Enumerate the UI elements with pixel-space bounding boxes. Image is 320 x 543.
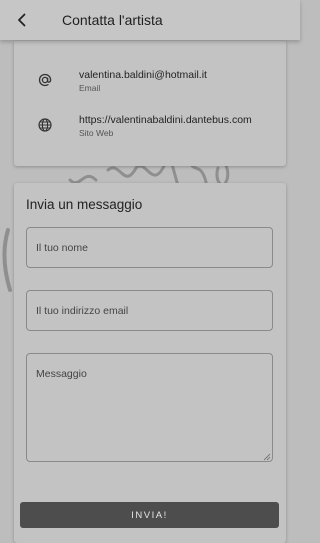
message-form-title: Invia un messaggio xyxy=(26,197,143,212)
back-button[interactable] xyxy=(8,6,36,34)
contact-website-row[interactable]: https://valentinabaldini.dantebus.com Si… xyxy=(14,110,286,150)
contact-email-value: valentina.baldini@hotmail.it xyxy=(79,69,207,81)
name-input[interactable] xyxy=(26,227,273,268)
contact-email-label: Email xyxy=(79,83,101,93)
resize-grip-icon[interactable] xyxy=(263,453,271,461)
email-input[interactable] xyxy=(26,290,273,331)
at-sign-icon xyxy=(36,71,54,89)
contact-email-row[interactable]: valentina.baldini@hotmail.it Email xyxy=(14,65,286,105)
message-textarea[interactable] xyxy=(26,353,273,462)
arrow-left-icon xyxy=(18,13,26,27)
app-bar: Contatta l'artista xyxy=(0,0,300,40)
contact-website-value: https://valentinabaldini.dantebus.com xyxy=(79,114,252,126)
contact-website-label: Sito Web xyxy=(79,128,114,138)
message-form-card: Invia un messaggio INVIA! xyxy=(14,183,286,543)
send-button[interactable]: INVIA! xyxy=(20,502,279,528)
page-title: Contatta l'artista xyxy=(62,12,163,28)
globe-icon xyxy=(36,116,54,134)
contact-info-card: valentina.baldini@hotmail.it Email https… xyxy=(14,41,286,166)
